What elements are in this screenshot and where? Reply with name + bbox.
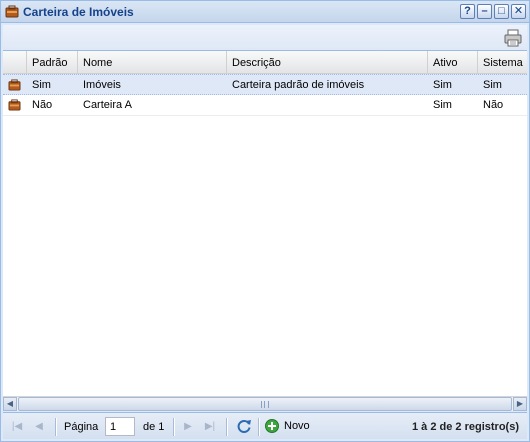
cell-sistema: Não [483,99,504,111]
grip-icon [261,401,269,408]
column-header-nome[interactable]: Nome [78,51,227,74]
portfolio-icon [5,5,19,18]
cell-nome: Carteira A [83,99,132,111]
previous-page-icon[interactable]: ◀ [31,419,47,435]
cell-ativo: Sim [433,99,452,111]
separator [55,418,57,436]
column-header-sistema[interactable]: Sistema [478,51,527,74]
separator [173,418,175,436]
refresh-icon[interactable] [236,418,252,434]
cell-ativo: Sim [433,79,452,91]
horizontal-scrollbar[interactable]: ◀ ▶ [3,396,527,411]
cell-sistema: Sim [483,79,502,91]
scroll-right-arrow-icon[interactable]: ▶ [513,397,527,411]
window-title: Carteira de Imóveis [23,5,134,19]
next-page-icon[interactable]: ▶ [180,419,196,435]
table-row[interactable]: Não Carteira A Sim Não [3,95,527,116]
header-icon-column [3,51,27,74]
close-button[interactable]: ✕ [511,4,526,19]
paging-info: 1 à 2 de 2 registro(s) [412,421,519,433]
first-page-icon[interactable]: |◀ [9,419,25,435]
page-label: Página [64,421,99,433]
separator [226,418,228,436]
cell-descricao: Carteira padrão de imóveis [232,79,365,91]
cell-padrao: Não [32,99,53,111]
cell-padrao: Sim [32,79,51,91]
print-icon[interactable] [503,28,523,48]
data-grid: Padrão Nome Descrição Ativo Sistema Sim … [3,51,527,396]
minimize-button[interactable]: – [477,4,492,19]
separator [258,418,260,436]
column-header-descricao[interactable]: Descrição [227,51,428,74]
new-button-label: Novo [284,420,310,432]
title-bar: Carteira de Imóveis ? – □ ✕ [1,1,529,23]
last-page-icon[interactable]: ▶| [202,419,218,435]
paging-toolbar: |◀ ◀ Página de 1 ▶ ▶| Novo 1 à 2 de 2 re… [3,412,527,439]
page-count-label: de 1 [143,421,165,433]
cell-descricao [227,95,428,116]
help-button[interactable]: ? [460,4,475,19]
add-icon [265,419,279,433]
cell-nome: Imóveis [83,79,121,91]
maximize-button[interactable]: □ [494,4,509,19]
column-header-ativo[interactable]: Ativo [428,51,478,74]
table-row[interactable]: Sim Imóveis Carteira padrão de imóveis S… [3,74,527,95]
window-carteira-de-imoveis: Carteira de Imóveis ? – □ ✕ Padrão Nome … [0,0,530,442]
scrollbar-thumb[interactable] [18,397,512,411]
page-number-input[interactable] [105,417,135,436]
grid-header: Padrão Nome Descrição Ativo Sistema [3,51,527,74]
portfolio-icon [8,79,21,91]
column-header-padrao[interactable]: Padrão [27,51,78,74]
scroll-left-arrow-icon[interactable]: ◀ [3,397,17,411]
grid-toolbar [3,25,527,51]
portfolio-icon [8,99,21,111]
